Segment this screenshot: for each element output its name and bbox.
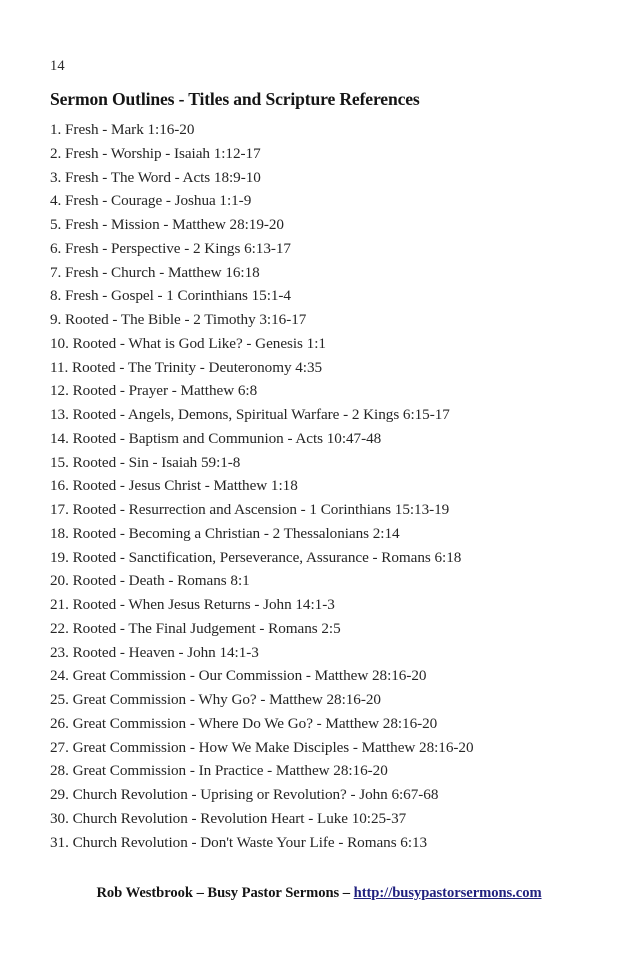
list-item: 16. Rooted - Jesus Christ - Matthew 1:18	[50, 477, 298, 495]
list-item: 21. Rooted - When Jesus Returns - John 1…	[50, 596, 335, 613]
list-item: 26. Great Commission - Where Do We Go? -…	[50, 714, 438, 732]
list-item: 8. Fresh - Gospel - 1 Corinthians 15:1-4	[50, 287, 291, 305]
footer-website-link[interactable]: http://busypastorsermons.com	[354, 885, 542, 901]
footer-byline: Rob Westbrook – Busy Pastor Sermons –	[96, 885, 354, 901]
sermon-outline-list: 1. Fresh - Mark 1:16-20 2. Fresh - Worsh…	[50, 118, 595, 854]
page-footer: Rob Westbrook – Busy Pastor Sermons – ht…	[0, 884, 638, 903]
list-item: 10. Rooted - What is God Like? - Genesis…	[50, 334, 326, 352]
list-item: 19. Rooted - Sanctification, Perseveranc…	[50, 548, 462, 566]
document-page: 14 Sermon Outlines - Titles and Scriptur…	[0, 0, 638, 957]
list-item: 28. Great Commission - In Practice - Mat…	[50, 762, 388, 780]
list-item: 6. Fresh - Perspective - 2 Kings 6:13-17	[50, 239, 291, 257]
list-item: 18. Rooted - Becoming a Christian - 2 Th…	[50, 524, 400, 542]
page-title: Sermon Outlines - Titles and Scripture R…	[50, 89, 420, 109]
list-item: 22. Rooted - The Final Judgement - Roman…	[50, 619, 341, 637]
list-item: 5. Fresh - Mission - Matthew 28:19-20	[50, 216, 284, 233]
list-item: 3. Fresh - The Word - Acts 18:9-10	[50, 168, 261, 186]
list-item: 12. Rooted - Prayer - Matthew 6:8	[50, 382, 258, 400]
list-item: 23. Rooted - Heaven - John 14:1-3	[50, 643, 259, 661]
list-item: 27. Great Commission - How We Make Disci…	[50, 738, 474, 756]
list-item: 30. Church Revolution - Revolution Heart…	[50, 809, 407, 827]
list-item: 7. Fresh - Church - Matthew 16:18	[50, 263, 260, 281]
list-item: 24. Great Commission - Our Commission - …	[50, 667, 427, 685]
list-item: 4. Fresh - Courage - Joshua 1:1-9	[50, 192, 252, 210]
list-item: 14. Rooted - Baptism and Communion - Act…	[50, 429, 382, 447]
list-item: 17. Rooted - Resurrection and Ascension …	[50, 501, 450, 518]
list-item: 15. Rooted - Sin - Isaiah 59:1-8	[50, 453, 241, 471]
list-item: 31. Church Revolution - Don't Waste Your…	[50, 833, 428, 851]
list-item: 20. Rooted - Death - Romans 8:1	[50, 572, 250, 590]
list-item: 11. Rooted - The Trinity - Deuteronomy 4…	[50, 358, 323, 376]
page-number: 14	[50, 58, 65, 74]
list-item: 2. Fresh - Worship - Isaiah 1:12-17	[50, 144, 261, 162]
list-item: 29. Church Revolution - Uprising or Revo…	[50, 786, 439, 803]
list-item: 9. Rooted - The Bible - 2 Timothy 3:16-1…	[50, 311, 307, 328]
list-item: 25. Great Commission - Why Go? - Matthew…	[50, 691, 381, 708]
list-item: 13. Rooted - Angels, Demons, Spiritual W…	[50, 406, 450, 423]
list-item: 1. Fresh - Mark 1:16-20	[50, 121, 195, 138]
